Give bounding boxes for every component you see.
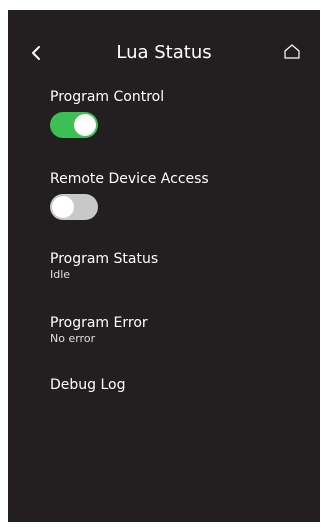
program-error-label: Program Error — [50, 315, 148, 331]
toggle-knob — [52, 196, 74, 218]
header-bar: Lua Status — [8, 40, 320, 66]
debug-log-link[interactable]: Debug Log — [50, 376, 126, 394]
program-status-section: Program Status Idle — [50, 250, 158, 282]
program-status-label: Program Status — [50, 251, 159, 267]
page-title: Lua Status — [116, 42, 212, 63]
home-icon — [284, 44, 300, 59]
home-button[interactable] — [282, 42, 302, 62]
remote-access-label: Remote Device Access — [50, 171, 209, 187]
program-control-label: Program Control — [50, 89, 165, 105]
program-error-value: No error — [50, 332, 96, 345]
remote-access-toggle[interactable] — [50, 194, 98, 220]
program-error-section: Program Error No error — [50, 314, 148, 346]
app-screen: Lua Status Program Control Remote Device… — [8, 10, 320, 522]
debug-log-section[interactable]: Debug Log — [50, 376, 126, 394]
program-control-section: Program Control — [50, 88, 164, 138]
program-control-toggle[interactable] — [50, 112, 98, 138]
toggle-knob — [74, 114, 96, 136]
remote-access-section: Remote Device Access — [50, 170, 209, 220]
program-status-value: Idle — [50, 268, 71, 281]
